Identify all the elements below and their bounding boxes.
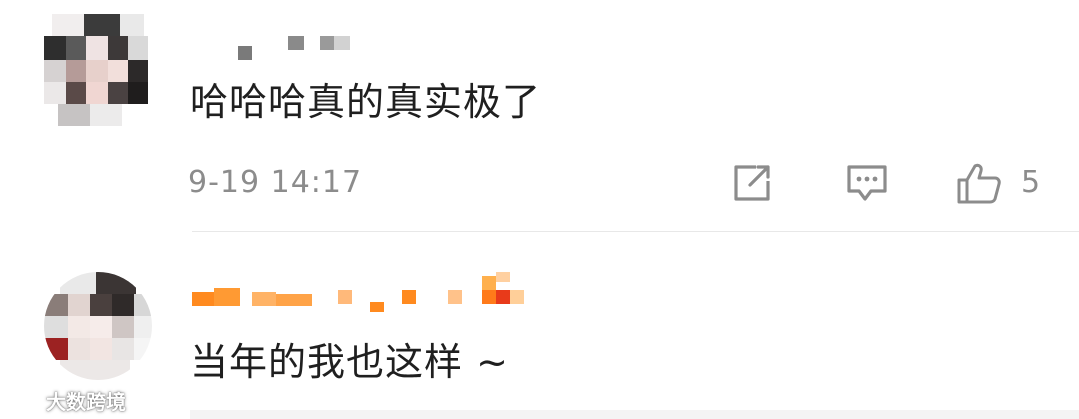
reply-icon <box>847 165 887 201</box>
watermark: 大数跨境 <box>8 384 126 416</box>
username-blurred[interactable] <box>238 36 358 60</box>
comment-text: 哈哈哈真的真实极了 <box>190 80 542 124</box>
share-button[interactable] <box>730 159 774 207</box>
comment-item: 当年的我也这样 ~ <box>0 232 1079 419</box>
logo-icon <box>8 391 40 409</box>
comment-text: 当年的我也这样 ~ <box>190 340 509 384</box>
like-count: 5 <box>1021 165 1041 200</box>
like-button[interactable]: 5 <box>955 159 1040 207</box>
thumbs-up-icon <box>957 163 1001 204</box>
avatar[interactable] <box>44 272 152 380</box>
username-blurred[interactable] <box>192 272 532 312</box>
avatar[interactable] <box>44 14 148 126</box>
reply-button[interactable] <box>843 159 891 207</box>
timestamp: 9-19 14:17 <box>188 165 363 200</box>
comment-item: 哈哈哈真的真实极了 9-19 14:17 5 <box>0 0 1079 232</box>
share-icon <box>734 165 770 201</box>
next-comment-edge <box>190 410 1079 419</box>
watermark-text: 大数跨境 <box>46 389 126 414</box>
